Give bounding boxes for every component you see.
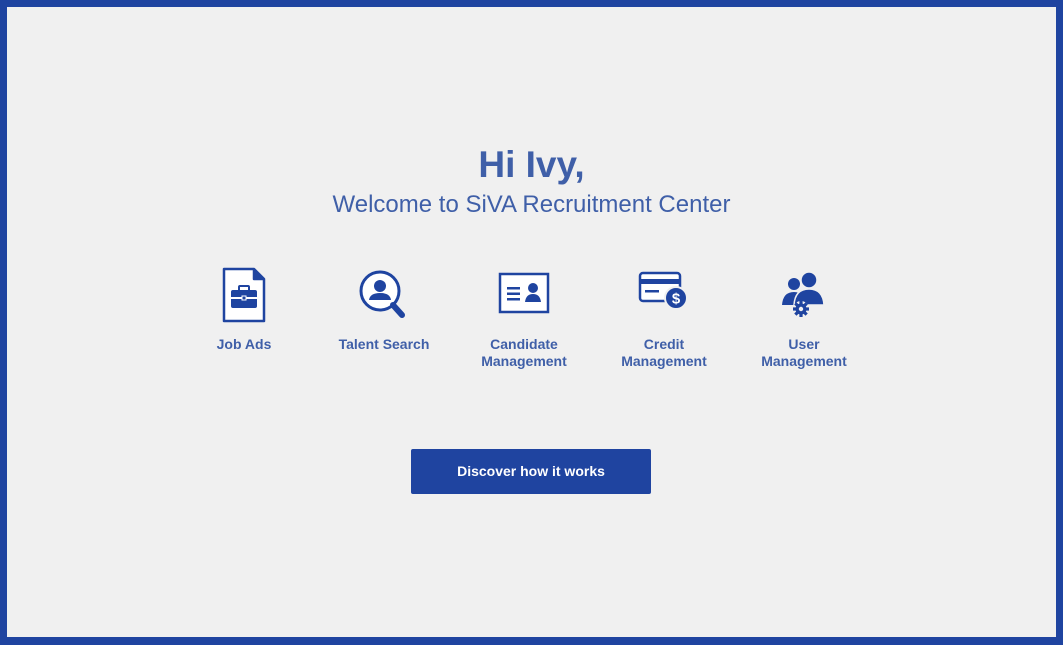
document-briefcase-icon <box>222 267 266 323</box>
tile-user-management[interactable]: User Management <box>734 267 874 370</box>
tile-job-ads[interactable]: Job Ads <box>174 267 314 353</box>
id-card-icon <box>498 272 550 314</box>
credit-card-dollar-icon: $ <box>638 271 688 310</box>
tile-candidate-management[interactable]: Candidate Management <box>454 267 594 370</box>
welcome-subheading: Welcome to SiVA Recruitment Center <box>332 191 731 218</box>
users-gear-icon <box>782 271 825 317</box>
tile-credit-management[interactable]: $ Credit Management <box>594 267 734 370</box>
tile-label: Credit Management <box>621 336 707 369</box>
tile-label: Job Ads <box>216 336 272 352</box>
tile-talent-search[interactable]: Talent Search <box>314 267 454 353</box>
search-person-icon <box>359 270 405 318</box>
discover-how-it-works-button[interactable]: Discover how it works <box>411 449 651 494</box>
svg-text:$: $ <box>672 291 681 308</box>
tile-label: Talent Search <box>338 336 430 352</box>
tile-label: Candidate Management <box>481 336 567 369</box>
welcome-panel: Hi Ivy, Welcome to SiVA Recruitment Cent… <box>7 7 1056 637</box>
greeting-heading: Hi Ivy, <box>478 144 585 185</box>
tile-label: User Management <box>761 336 847 369</box>
